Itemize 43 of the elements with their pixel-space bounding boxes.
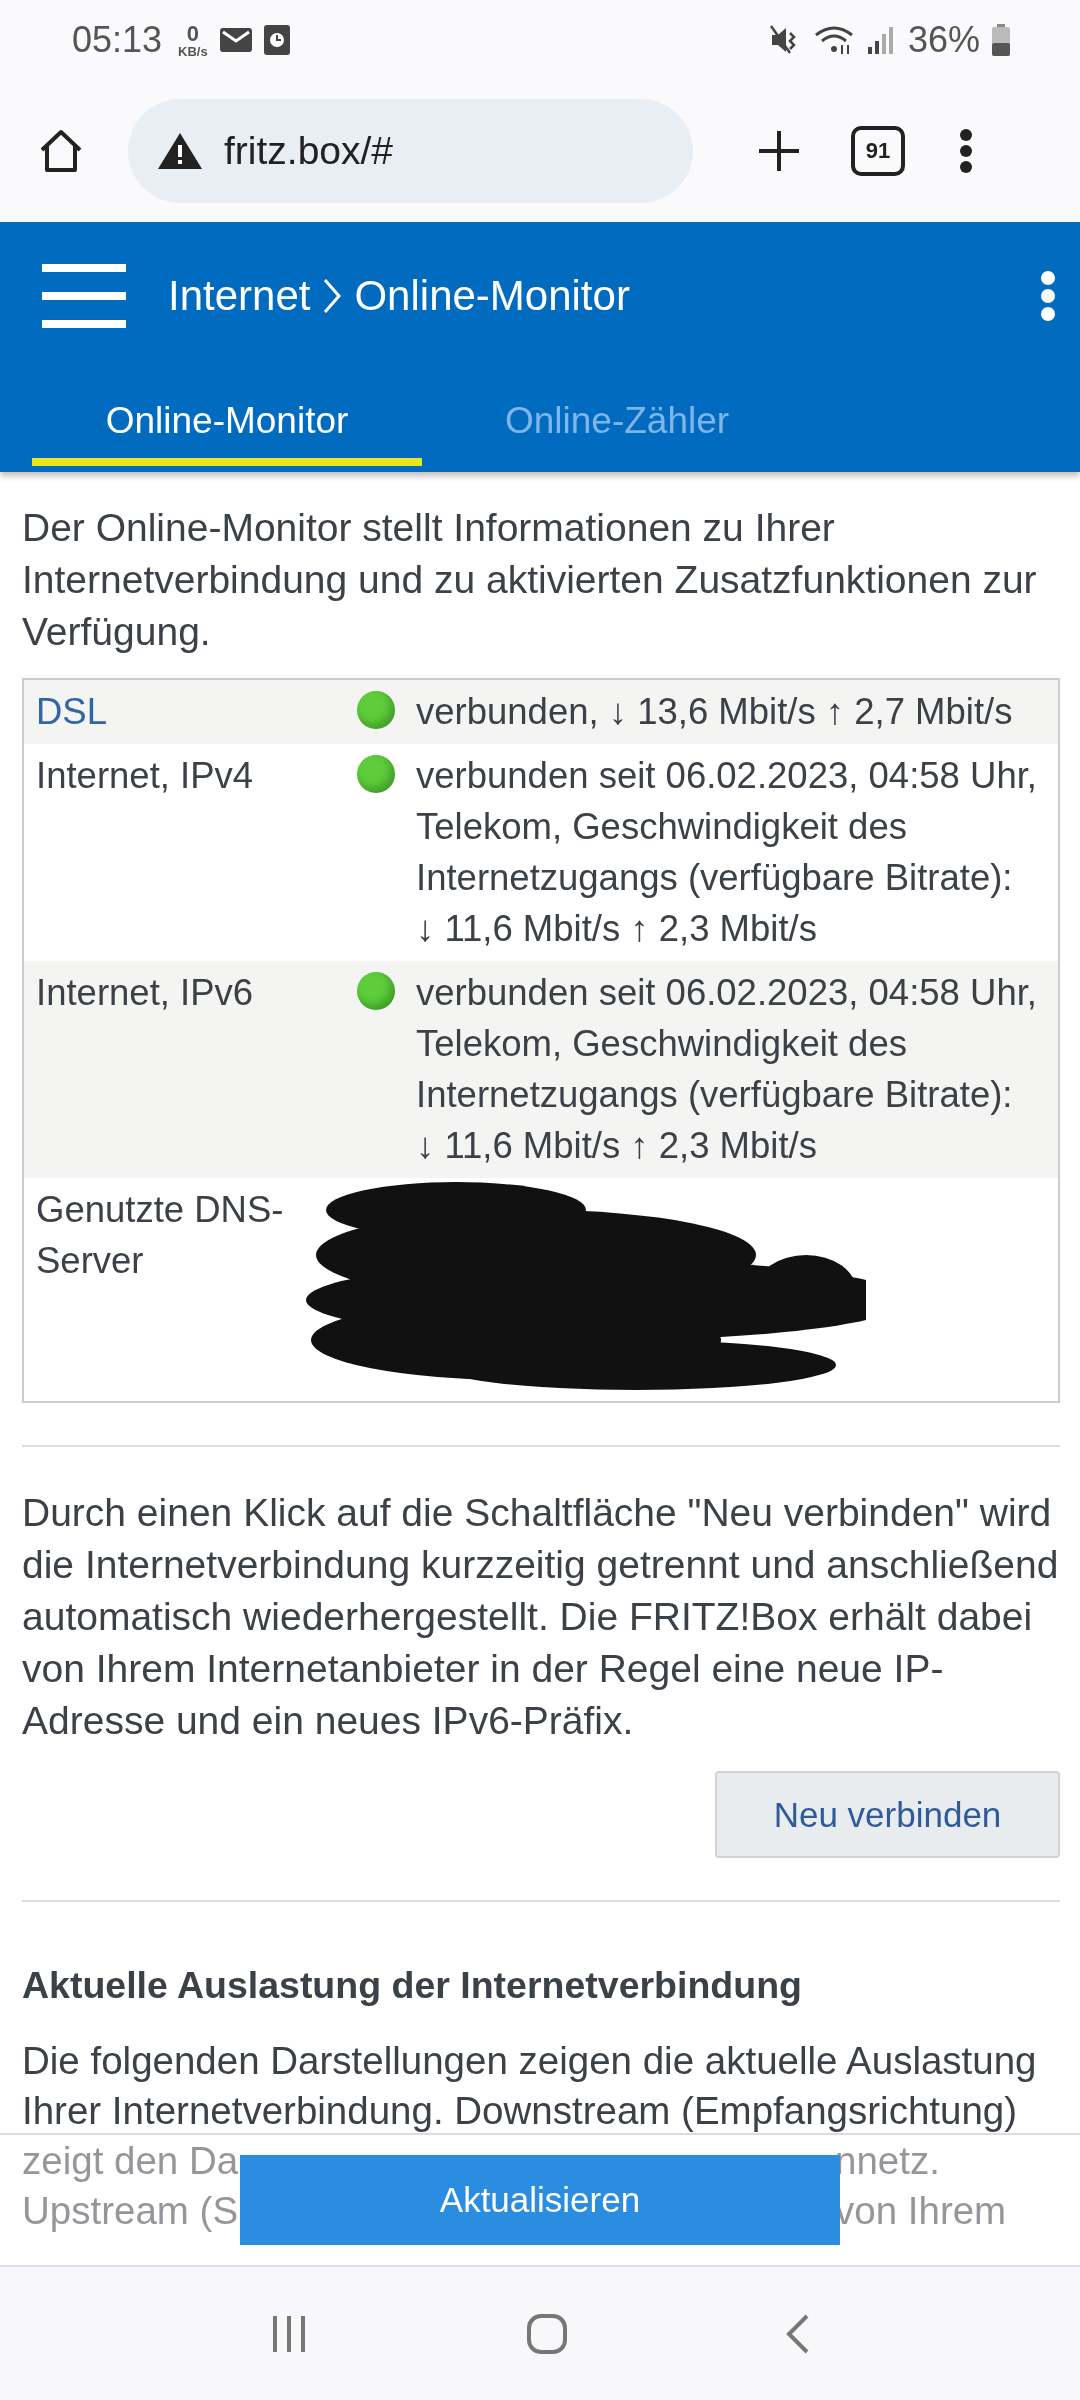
url-text: fritz.box/# (224, 129, 394, 173)
plus-icon[interactable] (757, 129, 801, 173)
table-cell: Internet, IPv4 (36, 755, 254, 796)
table-cell-text: ↓ 11,6 Mbit/s ↑ 2,3 Mbit/s (416, 907, 818, 951)
breadcrumb-link[interactable]: Internet (168, 272, 311, 320)
refresh-button[interactable]: Aktualisieren (240, 2155, 840, 2245)
table-cell-text: Telekom, Geschwindigkeit des (416, 805, 908, 849)
text-line: Ihrer Internetverbindung. Downstream (Empfangsrichtung) (22, 2088, 1018, 2134)
net-speed-unit: KB/s (178, 44, 208, 58)
table-cell-text: ↓ 11,6 Mbit/s ↑ 2,3 Mbit/s (416, 1124, 818, 1168)
mail-icon (219, 28, 252, 52)
table-link[interactable]: DSL (36, 691, 107, 732)
wifi-icon (813, 25, 854, 55)
page-title: Online-Monitor (354, 272, 630, 320)
net-speed-value: 0 (186, 22, 200, 45)
battery-icon (992, 24, 1010, 56)
warning-icon (156, 131, 204, 171)
menu-icon[interactable] (42, 264, 126, 328)
reconnect-button[interactable]: Neu verbinden (715, 1771, 1060, 1858)
clock-icon (263, 25, 290, 55)
table-cell-text: Telekom, Geschwindigkeit des (416, 1022, 908, 1066)
address-bar[interactable]: fritz.box/# (128, 99, 693, 203)
section-heading: Aktuelle Auslastung der Internetverbindung (22, 1963, 803, 2008)
chevron-right-icon (322, 277, 343, 315)
table-cell-text: verbunden, ↓ 13,6 Mbit/s ↑ 2,7 Mbit/s (416, 690, 1014, 734)
table-cell-text: verbunden seit 06.02.2023, 04:58 Uhr, (416, 971, 1038, 1015)
table-cell-text: verbunden seit 06.02.2023, 04:58 Uhr, (416, 754, 1038, 798)
intro-text: Der Online-Monitor stellt Informationen zu Ihrer Internetverbindung und zu aktivierten Zusatzfunktionen zur Verfügung. (22, 505, 1038, 655)
table-cell-text: Internetzugangs (verfügbare Bitrate): (416, 856, 1014, 900)
text-line: Upstream (S (22, 2188, 239, 2234)
reconnect-text: Durch einen Klick auf die Schaltfläche "Neu verbinden" wird die Internetverbindung kurzzeitig getrennt und anschließend automatisch wiederhergestellt. Die FRITZ!Box erhält dabei von Ihrem Internetanbieter in der Regel eine neue IP-Adresse und ein neues IPv6-Präfix. (22, 1490, 1060, 1744)
tab[interactable]: Online-Monitor (32, 370, 422, 466)
battery-percent: 36% (907, 19, 980, 61)
more-icon[interactable] (959, 129, 973, 173)
table-cell: Genutzte DNS-Server (36, 1189, 284, 1281)
home-icon[interactable] (38, 128, 84, 174)
tab-count-button[interactable]: 91 (851, 126, 905, 176)
signal-icon (865, 25, 896, 55)
text-line: zeigt den Da (22, 2138, 239, 2184)
table-cell: Internet, IPv6 (36, 972, 254, 1013)
table-cell-text: Internetzugangs (verfügbare Bitrate): (416, 1073, 1014, 1117)
clock-time: 05:13 (72, 19, 163, 61)
text-line: Die folgenden Darstellungen zeigen die aktuelle Auslastung (22, 2038, 1037, 2084)
